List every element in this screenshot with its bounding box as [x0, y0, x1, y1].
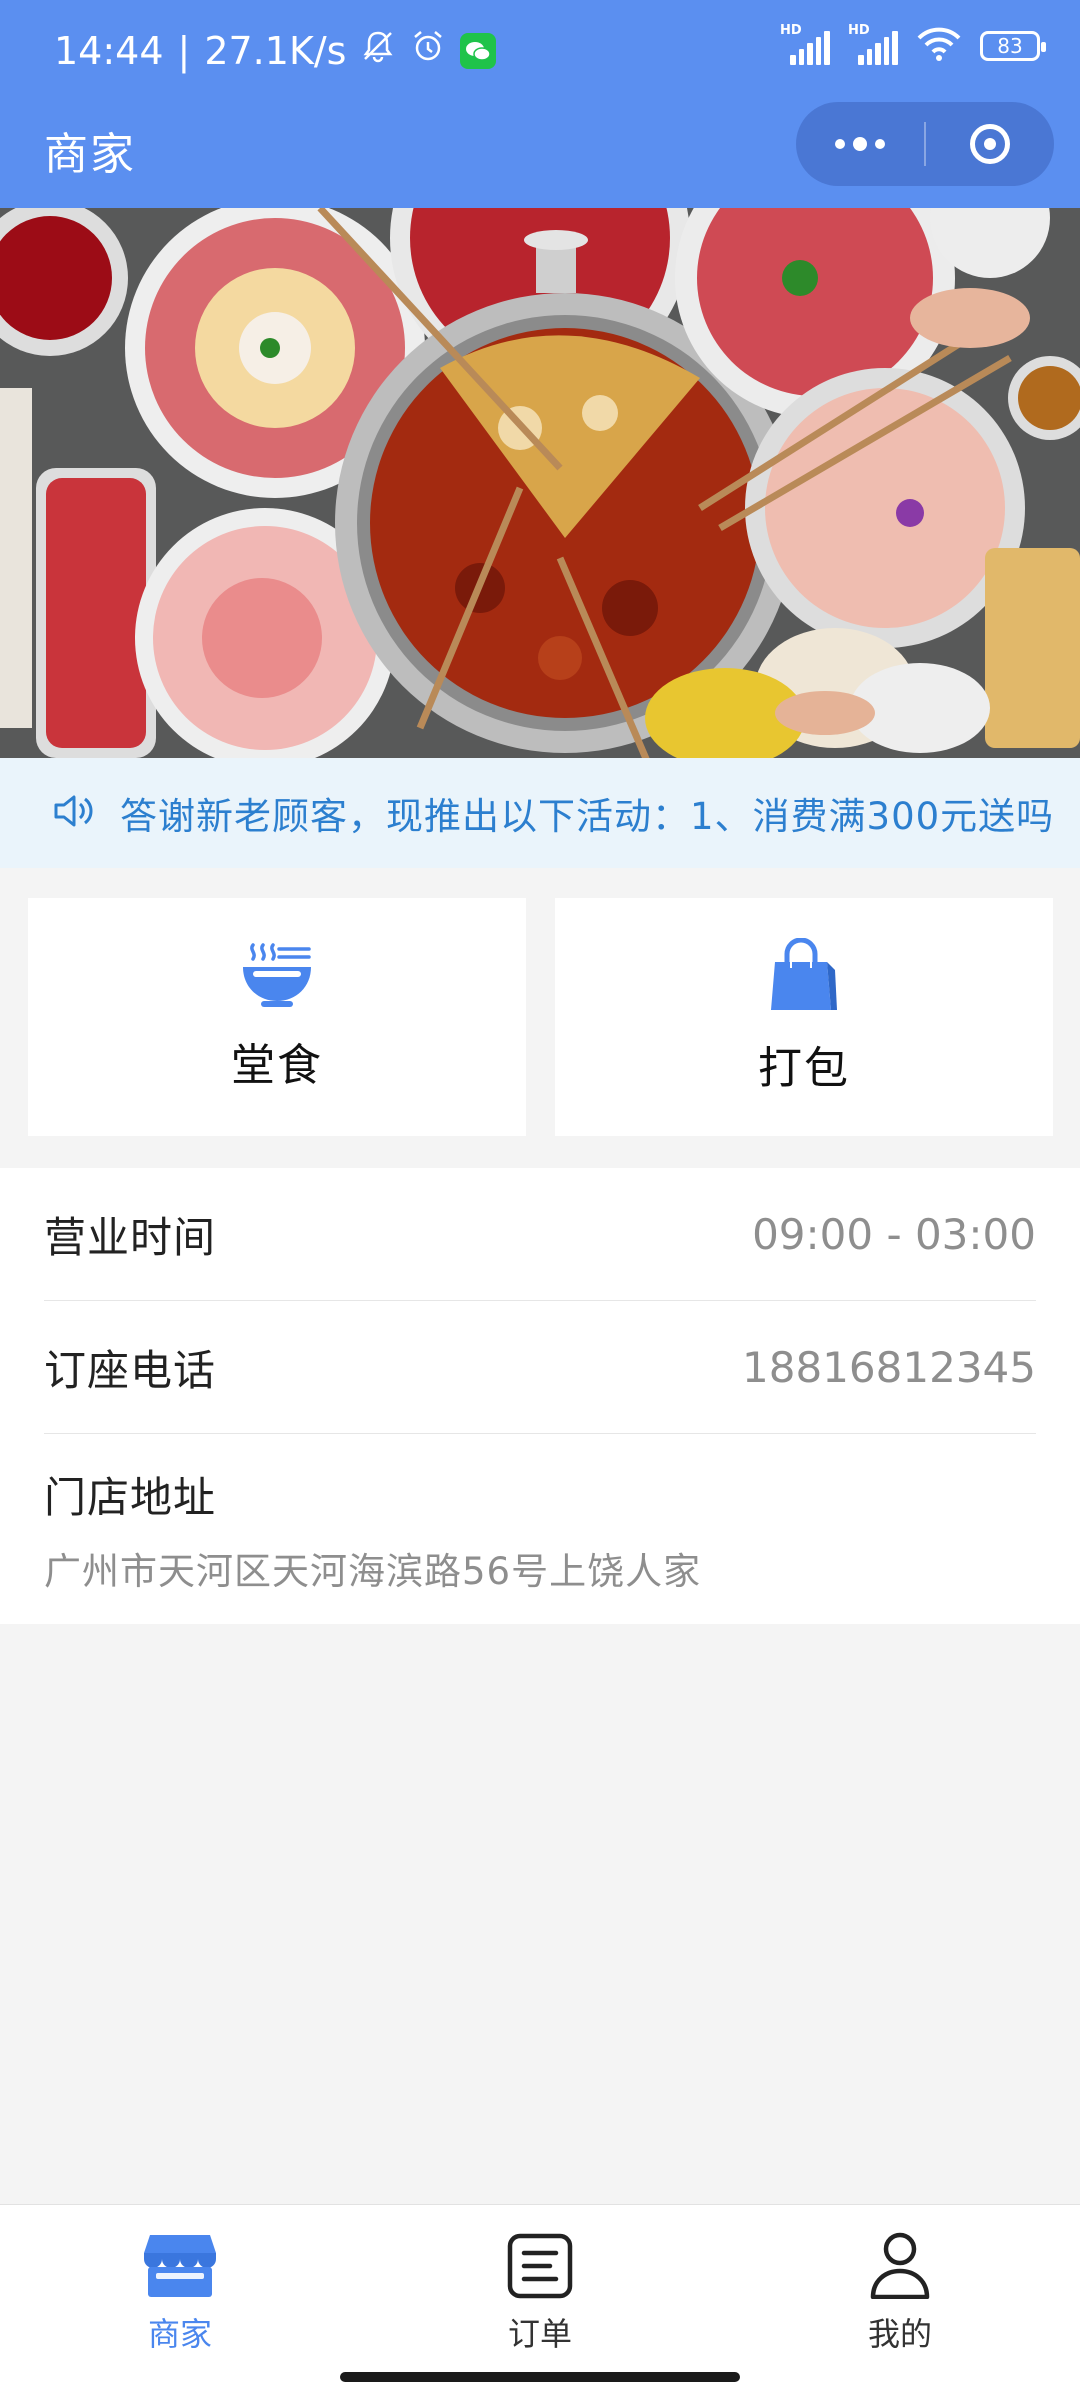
home-indicator[interactable]	[340, 2372, 740, 2382]
store-info: 营业时间 09:00 - 03:00 订座电话 18816812345 门店地址…	[0, 1168, 1080, 1624]
address-value: 广州市天河区天河海滨路56号上饶人家	[44, 1549, 702, 1593]
more-dots-icon[interactable]	[796, 102, 924, 186]
battery-icon: 83	[980, 31, 1046, 61]
status-separator: |	[177, 28, 191, 73]
bowl-icon	[239, 941, 315, 1015]
takeaway-button[interactable]: 打包	[555, 898, 1053, 1136]
status-bar: 14:44 | 27.1K/s HD HD 83	[0, 0, 1080, 104]
hd-signal-icon: HD	[780, 23, 830, 65]
order-list-icon	[507, 2233, 573, 2303]
takeaway-label: 打包	[758, 1043, 850, 1094]
status-right: HD HD 83	[780, 23, 1046, 66]
notice-bar[interactable]: 答谢新老顾客，现推出以下活动：1、消费满300元送吗	[0, 758, 1080, 868]
phone-row[interactable]: 订座电话 18816812345	[44, 1301, 1036, 1434]
business-hours-label: 营业时间	[44, 1212, 217, 1262]
battery-level: 83	[997, 34, 1023, 58]
tab-orders[interactable]: 订单	[420, 2205, 660, 2355]
hotpot-illustration	[0, 208, 1080, 758]
store-icon	[142, 2233, 218, 2303]
shopping-bag-icon	[769, 937, 839, 1018]
status-left: 14:44 | 27.1K/s	[54, 28, 497, 73]
notice-text: 答谢新老顾客，现推出以下活动：1、消费满300元送吗	[120, 795, 1055, 838]
phone-label: 订座电话	[44, 1345, 217, 1395]
target-close-icon[interactable]	[926, 102, 1054, 186]
speaker-icon	[52, 791, 96, 835]
tab-store[interactable]: 商家	[60, 2205, 300, 2355]
banner-image	[0, 208, 1080, 758]
address-row[interactable]: 门店地址 广州市天河区天河海滨路56号上饶人家	[44, 1434, 1036, 1624]
status-net-speed: 27.1K/s	[204, 28, 347, 73]
hd-signal-icon: HD	[848, 23, 898, 65]
business-hours-value: 09:00 - 03:00	[752, 1209, 1036, 1259]
dine-in-button[interactable]: 堂食	[28, 898, 526, 1136]
business-hours-row: 营业时间 09:00 - 03:00	[44, 1168, 1036, 1301]
user-icon	[869, 2231, 931, 2303]
header: 14:44 | 27.1K/s HD HD 83 商家	[0, 0, 1080, 208]
wechat-icon	[460, 32, 497, 69]
dine-in-label: 堂食	[231, 1040, 323, 1091]
phone-value[interactable]: 18816812345	[742, 1343, 1036, 1392]
mute-bell-icon	[360, 28, 396, 73]
tab-store-label: 商家	[147, 2315, 212, 2353]
alarm-icon	[410, 28, 446, 73]
address-label: 门店地址	[44, 1472, 217, 1522]
tab-profile-label: 我的	[867, 2315, 932, 2353]
tab-orders-label: 订单	[507, 2315, 572, 2353]
page-title: 商家	[44, 129, 136, 180]
wifi-icon	[916, 26, 962, 66]
service-cards: 堂食 打包	[0, 868, 1080, 1168]
miniprogram-capsule	[796, 102, 1054, 186]
status-time: 14:44	[54, 28, 164, 73]
tab-profile[interactable]: 我的	[780, 2205, 1020, 2355]
